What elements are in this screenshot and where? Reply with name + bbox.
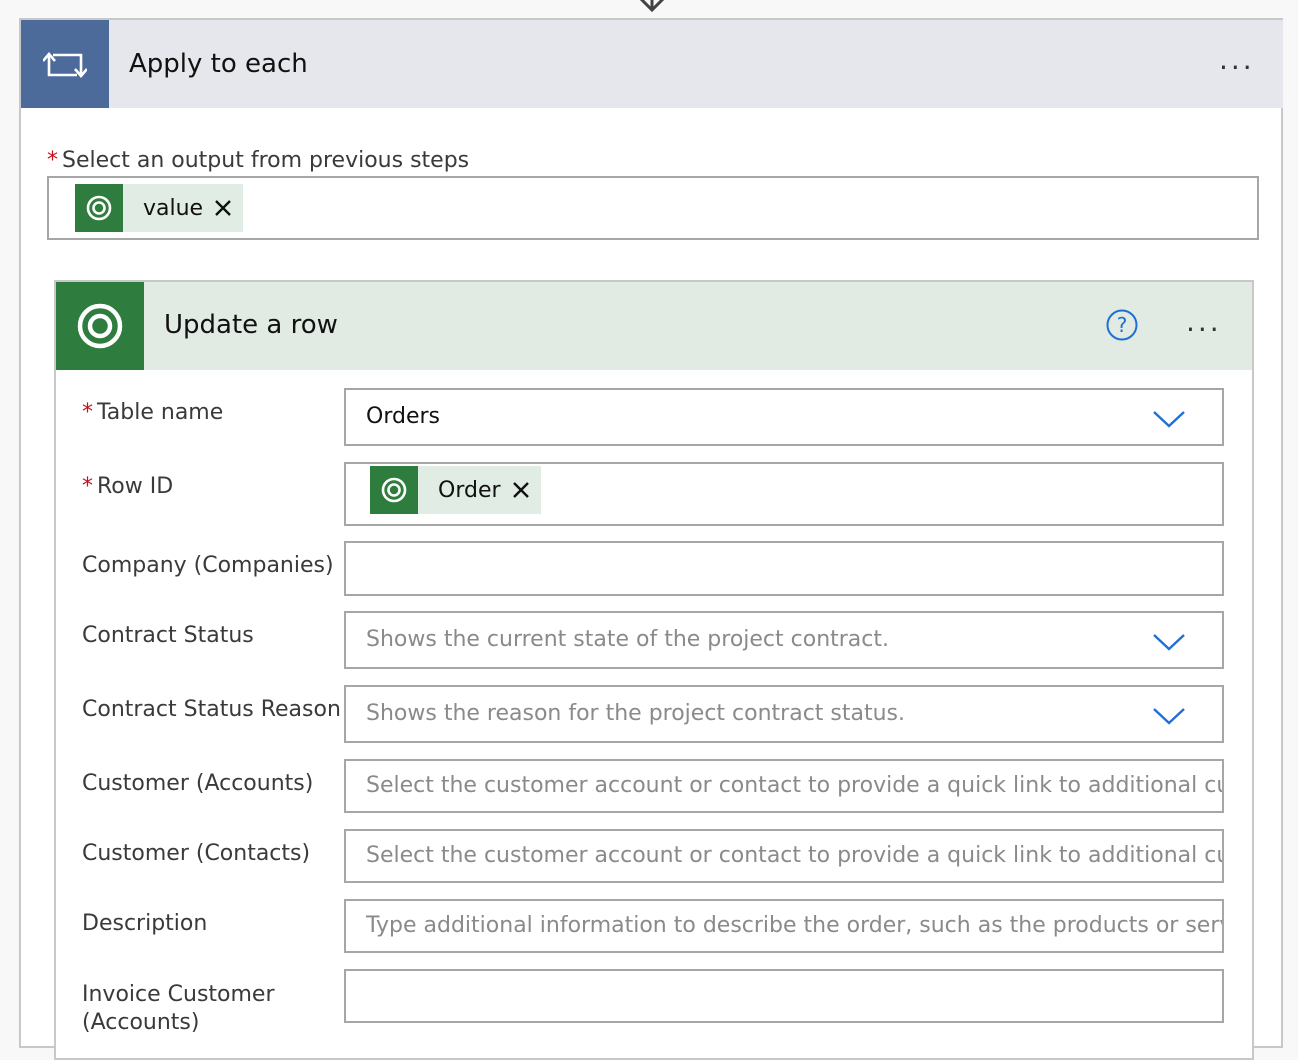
update-row-card: Update a row ? ... * Table name Orders * R… bbox=[54, 280, 1254, 1060]
table-name-value: Orders bbox=[366, 404, 440, 429]
update-row-header[interactable]: Update a row ? ... bbox=[56, 282, 1252, 370]
select-output-input[interactable]: value bbox=[47, 176, 1259, 240]
help-icon[interactable]: ? bbox=[1105, 308, 1139, 342]
dataverse-icon bbox=[370, 466, 418, 514]
contract-status-label: Contract Status bbox=[82, 623, 254, 648]
apply-to-each-title: Apply to each bbox=[129, 49, 308, 79]
customer-accounts-label: Customer (Accounts) bbox=[82, 771, 314, 796]
description-placeholder: Type additional information to describe … bbox=[366, 913, 1224, 938]
chevron-down-icon[interactable] bbox=[1152, 409, 1186, 429]
chevron-down-icon[interactable] bbox=[1152, 632, 1186, 652]
update-row-more-button[interactable]: ... bbox=[1186, 308, 1222, 336]
invoice-customer-input[interactable] bbox=[344, 969, 1224, 1023]
row-id-input[interactable]: Order bbox=[344, 462, 1224, 526]
dataverse-icon bbox=[75, 184, 123, 232]
required-mark: * bbox=[47, 148, 58, 173]
customer-contacts-placeholder: Select the customer account or contact t… bbox=[366, 843, 1224, 868]
svg-text:?: ? bbox=[1117, 313, 1128, 337]
remove-token-icon[interactable] bbox=[213, 198, 233, 218]
customer-accounts-input[interactable]: Select the customer account or contact t… bbox=[344, 759, 1224, 813]
remove-token-icon[interactable] bbox=[511, 480, 531, 500]
loop-icon bbox=[21, 20, 109, 108]
token-label: value bbox=[143, 195, 204, 221]
apply-to-each-card: Apply to each ... * Select an output from… bbox=[19, 18, 1283, 1060]
chevron-down-icon[interactable] bbox=[1152, 706, 1186, 726]
customer-contacts-label: Customer (Contacts) bbox=[82, 841, 311, 866]
contract-status-placeholder: Shows the current state of the project c… bbox=[366, 627, 890, 652]
company-input[interactable] bbox=[344, 541, 1224, 596]
table-name-dropdown[interactable]: Orders bbox=[344, 388, 1224, 446]
token-label: Order bbox=[438, 477, 501, 503]
table-name-label: * Table name bbox=[82, 400, 224, 425]
contract-status-reason-placeholder: Shows the reason for the project contrac… bbox=[366, 701, 905, 726]
value-token: value bbox=[75, 184, 244, 232]
row-id-label: * Row ID bbox=[82, 474, 174, 499]
description-label: Description bbox=[82, 911, 208, 936]
update-row-title: Update a row bbox=[164, 310, 338, 340]
dataverse-icon bbox=[56, 282, 144, 370]
select-output-label: * Select an output from previous steps bbox=[47, 148, 470, 173]
apply-to-each-header[interactable]: Apply to each ... bbox=[21, 20, 1283, 108]
apply-to-each-more-button[interactable]: ... bbox=[1219, 46, 1255, 74]
connector-arrow-icon bbox=[639, 0, 665, 13]
description-input[interactable]: Type additional information to describe … bbox=[344, 899, 1224, 953]
customer-accounts-placeholder: Select the customer account or contact t… bbox=[366, 773, 1224, 798]
invoice-customer-label: Invoice Customer (Accounts) bbox=[82, 982, 275, 1035]
contract-status-dropdown[interactable]: Shows the current state of the project c… bbox=[344, 611, 1224, 669]
contract-status-reason-label: Contract Status Reason bbox=[82, 697, 341, 722]
company-label: Company (Companies) bbox=[82, 553, 334, 578]
order-token: Order bbox=[370, 466, 541, 514]
customer-contacts-input[interactable]: Select the customer account or contact t… bbox=[344, 829, 1224, 883]
contract-status-reason-dropdown[interactable]: Shows the reason for the project contrac… bbox=[344, 685, 1224, 743]
